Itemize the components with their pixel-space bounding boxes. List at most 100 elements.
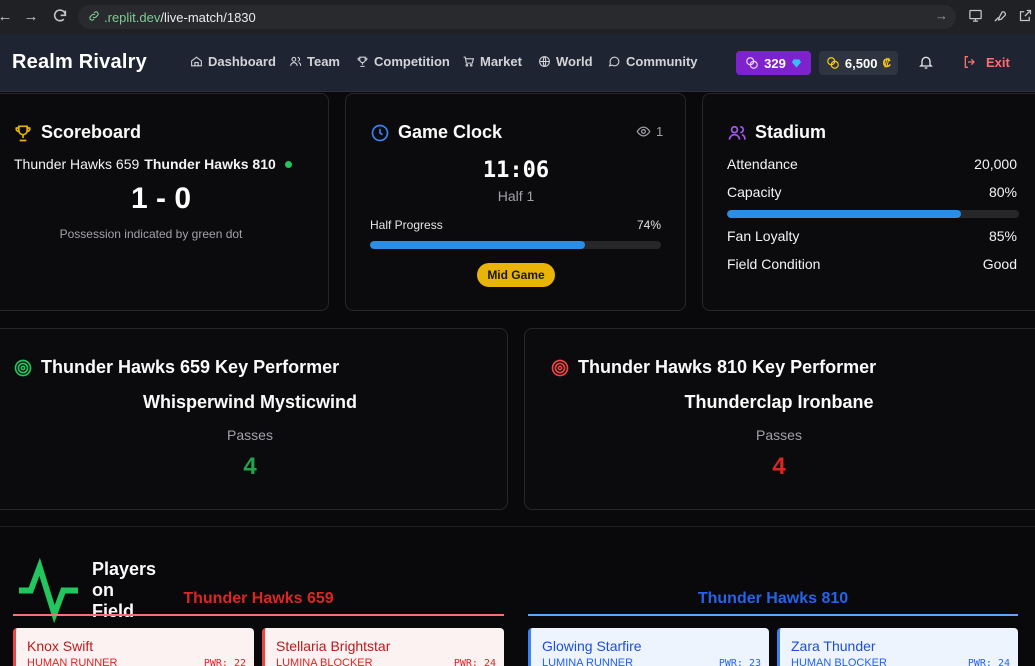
stadium-title: Stadium [727, 122, 826, 143]
viewer-count-value: 1 [656, 124, 664, 139]
player-role: Human Runner [27, 657, 118, 666]
address-bar[interactable]: .replit.dev/live-match/1830 → [78, 5, 956, 29]
browser-toolbar: ← → .replit.dev/live-match/1830 → [0, 0, 1035, 34]
nav-competition[interactable]: Competition [356, 54, 450, 69]
cast-icon[interactable] [966, 8, 984, 26]
home-team-name: Thunder Hawks 659 [14, 156, 140, 172]
player-name: Zara Thunder [791, 638, 876, 654]
exit-button[interactable]: Exit [962, 54, 1010, 70]
url-path: /live-match/1830 [160, 9, 256, 25]
trophy-icon [357, 56, 368, 67]
nav-label: Competition [374, 54, 450, 69]
away-team-underline [528, 614, 1018, 616]
nav-label: Community [626, 54, 698, 69]
clock-icon [371, 124, 389, 141]
users-icon [728, 125, 746, 140]
player-card[interactable]: Stellaria Brightstar Lumina Blocker PWR:… [262, 628, 504, 666]
stadium-card: Stadium Attendance 20,000 Capacity 80% F… [702, 93, 1035, 311]
globe-icon [539, 56, 550, 67]
game-clock-title-text: Game Clock [398, 122, 503, 142]
forward-icon[interactable]: → [22, 8, 40, 26]
nav-world[interactable]: World [538, 54, 593, 69]
player-card[interactable]: Glowing Starfire Lumina Runner PWR: 23 [528, 628, 769, 666]
scoreboard-title-text: Scoreboard [41, 122, 142, 142]
capacity-fill [727, 210, 961, 218]
player-power: PWR: 24 [453, 658, 496, 666]
url-host: .replit.dev [104, 9, 161, 25]
away-performer-stat-label: Passes [756, 427, 802, 443]
away-performer-stat-value: 4 [772, 453, 786, 480]
gems-value: 329 [764, 55, 786, 71]
away-key-performer-card: Thunder Hawks 810 Key Performer Thunderc… [524, 328, 1035, 510]
game-clock-card: Game Clock 1 11:06 Half 1 Half Progress … [345, 93, 686, 311]
capacity-bar [727, 210, 1019, 218]
game-clock-title: Game Clock [370, 122, 502, 143]
home-performer-stat-value: 4 [243, 453, 257, 480]
nav-market[interactable]: Market [462, 54, 522, 69]
scoreboard-card: Scoreboard Thunder Hawks 659 Thunder Haw… [0, 93, 329, 311]
home-team-heading: Thunder Hawks 659 [183, 590, 334, 607]
bell-icon[interactable] [918, 54, 934, 70]
nav-label: Market [480, 54, 522, 69]
player-card[interactable]: Knox Swift Human Runner PWR: 22 [13, 628, 254, 666]
scoreboard-title: Scoreboard [13, 122, 141, 143]
nav-label: Team [307, 54, 340, 69]
home-performer-name: Whisperwind Mysticwind [142, 392, 357, 412]
half-progress-value: 74% [636, 218, 661, 232]
player-role: Human Blocker [791, 657, 887, 666]
player-power: PWR: 22 [203, 658, 246, 666]
attendance-row: Attendance 20,000 [727, 156, 1017, 172]
player-name: Knox Swift [27, 638, 94, 654]
attendance-label: Attendance [727, 156, 798, 172]
nav-team[interactable]: Team [289, 54, 340, 69]
field-condition-value: Good [982, 256, 1017, 272]
home-key-performer-card: Thunder Hawks 659 Key Performer Whisperw… [0, 328, 508, 510]
coins-icon [827, 57, 839, 69]
home-team-underline [13, 614, 504, 616]
nav-dashboard[interactable]: Dashboard [190, 54, 276, 69]
attendance-value: 20,000 [974, 156, 1017, 172]
home-key-performer-title-text: Thunder Hawks 659 Key Performer [41, 357, 340, 377]
section-divider [0, 526, 1035, 527]
possession-note: Possession indicated by green dot [59, 227, 243, 241]
app-header: Realm Rivalry Dashboard Team Competition… [0, 34, 1035, 92]
half-progress-fill [370, 241, 586, 249]
gem-icon [791, 58, 801, 68]
player-name: Stellaria Brightstar [276, 638, 391, 654]
gems-balance[interactable]: 329 [736, 51, 811, 75]
phase-badge: Mid Game [477, 263, 555, 287]
nav-label: Dashboard [208, 54, 276, 69]
brand-title[interactable]: Realm Rivalry [12, 51, 147, 74]
cart-icon [463, 56, 475, 67]
target-icon [14, 359, 32, 376]
capacity-value: 80% [988, 184, 1017, 200]
credit-icon: ₡ [882, 56, 892, 70]
wrench-icon[interactable] [991, 8, 1009, 26]
trophy-icon [15, 125, 31, 141]
player-card[interactable]: Zara Thunder Human Blocker PWR: 24 [777, 628, 1018, 666]
reload-icon[interactable] [51, 8, 69, 26]
coins-icon [746, 57, 758, 69]
back-icon[interactable]: ← [0, 8, 14, 26]
away-performer-name: Thunderclap Ironbane [684, 392, 874, 412]
nav-community[interactable]: Community [608, 54, 698, 69]
clock-half: Half 1 [497, 188, 535, 204]
player-role: Lumina Blocker [276, 657, 373, 666]
field-condition-label: Field Condition [727, 256, 821, 272]
half-progress-bar [370, 241, 661, 249]
navigate-arrow-icon[interactable]: → [935, 8, 948, 23]
coins-balance[interactable]: 6,500 ₡ [819, 51, 898, 75]
player-power: PWR: 24 [967, 658, 1010, 666]
score-value: 1 - 0 [130, 182, 192, 215]
score-teams: Thunder Hawks 659 Thunder Hawks 810 [14, 156, 292, 172]
clock-time: 11:06 [482, 158, 550, 183]
viewer-count: 1 [636, 124, 663, 139]
coins-value: 6,500 [844, 55, 878, 71]
away-key-performer-title-text: Thunder Hawks 810 Key Performer [578, 357, 877, 377]
eye-icon [636, 126, 651, 137]
player-role: Lumina Runner [542, 657, 634, 666]
home-performer-stat-label: Passes [227, 427, 273, 443]
fan-loyalty-row: Fan Loyalty 85% [727, 228, 1017, 244]
open-external-icon[interactable] [1016, 8, 1034, 26]
away-team-heading: Thunder Hawks 810 [697, 590, 849, 607]
